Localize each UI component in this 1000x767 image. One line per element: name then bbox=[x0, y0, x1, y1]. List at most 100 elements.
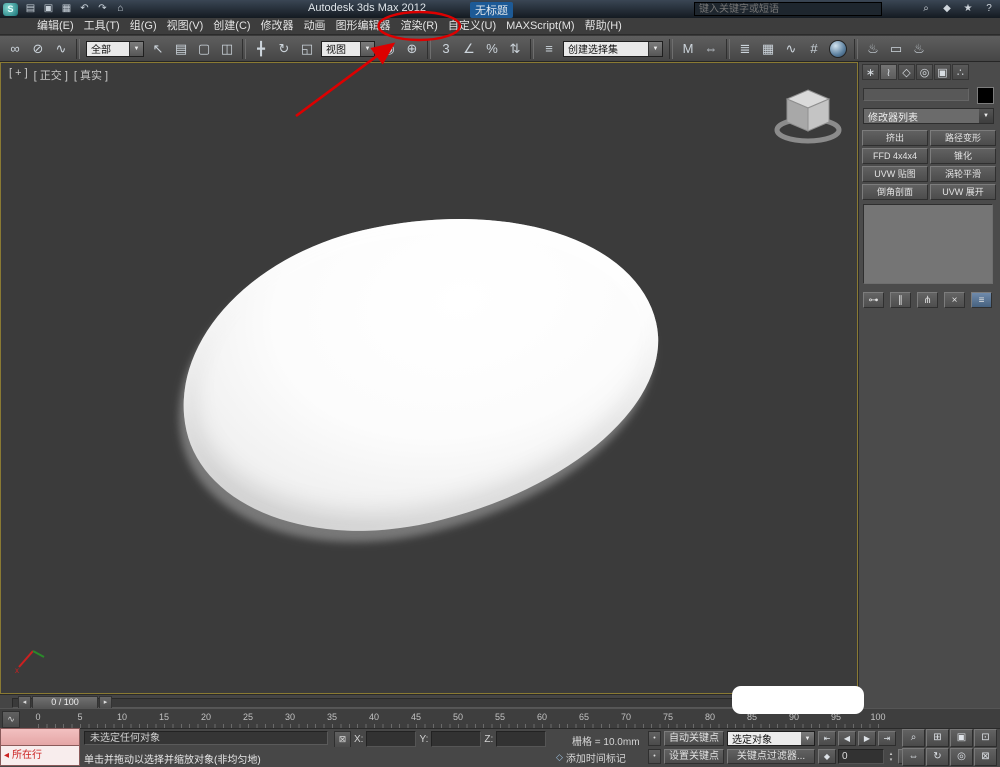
current-frame-field[interactable] bbox=[838, 749, 884, 764]
field-of-view-icon[interactable]: ◎ bbox=[950, 748, 973, 766]
maximize-viewport-icon[interactable]: ⊠ bbox=[974, 748, 997, 766]
menu-item-1[interactable]: 工具(T) bbox=[79, 18, 125, 35]
mirror-icon[interactable]: M bbox=[677, 38, 699, 60]
chevron-down-icon[interactable]: ▼ bbox=[648, 42, 662, 56]
redo-icon[interactable]: ↷ bbox=[95, 2, 110, 16]
reference-coordinate-dropdown[interactable]: 视图▼ bbox=[321, 41, 375, 57]
object-color-swatch[interactable] bbox=[977, 87, 994, 104]
spinner-down-icon[interactable]: ▾ bbox=[886, 757, 896, 763]
menu-item-10[interactable]: MAXScript(M) bbox=[501, 18, 579, 35]
named-selection-sets-dropdown[interactable]: 创建选择集▼ bbox=[563, 41, 663, 57]
menu-item-3[interactable]: 视图(V) bbox=[162, 18, 209, 35]
zoom-icon[interactable]: ⌕ bbox=[902, 729, 925, 747]
schematic-view-icon[interactable]: # bbox=[803, 38, 825, 60]
workspace-icon[interactable]: ⌂ bbox=[113, 2, 128, 16]
modifier-stack-list[interactable] bbox=[863, 204, 993, 284]
key-mode-toggle-icon[interactable]: ◆ bbox=[818, 749, 836, 764]
chevron-down-icon[interactable]: ▼ bbox=[129, 42, 143, 56]
tab-modify[interactable]: ≀ bbox=[880, 64, 897, 80]
save-file-icon[interactable]: ▦ bbox=[59, 2, 74, 16]
frame-spinner[interactable]: ▴ ▾ bbox=[886, 751, 896, 763]
zoom-extents-icon[interactable]: ▣ bbox=[950, 729, 973, 747]
menu-item-9[interactable]: 自定义(U) bbox=[443, 18, 501, 35]
select-by-name-icon[interactable]: ▤ bbox=[170, 38, 192, 60]
select-manipulate-icon[interactable]: ⊕ bbox=[401, 38, 423, 60]
pin-stack-icon[interactable]: ⊶ bbox=[863, 292, 884, 308]
graphite-ribbon-icon[interactable]: ▦ bbox=[757, 38, 779, 60]
new-scene-icon[interactable]: ▤ bbox=[23, 2, 38, 16]
y-field[interactable] bbox=[431, 731, 481, 747]
macro-recorder-line[interactable] bbox=[0, 728, 80, 746]
infocenter-search-input[interactable] bbox=[694, 2, 882, 16]
curve-editor-icon[interactable]: ∿ bbox=[780, 38, 802, 60]
viewport-menu-general[interactable]: [ + ] bbox=[9, 67, 28, 83]
auto-key-button[interactable]: 自动关键点 bbox=[664, 731, 724, 746]
undo-icon[interactable]: ↶ bbox=[77, 2, 92, 16]
keyframe-toggle-icon[interactable]: • bbox=[648, 731, 661, 746]
tab-utilities[interactable]: ∴ bbox=[952, 64, 969, 80]
modifier-button-7[interactable]: UVW 展开 bbox=[930, 184, 996, 200]
select-and-link-icon[interactable]: ∞ bbox=[4, 38, 26, 60]
menu-item-7[interactable]: 图形编辑器 bbox=[331, 18, 396, 35]
remove-modifier-icon[interactable]: × bbox=[944, 292, 965, 308]
edit-named-selections-icon[interactable]: ≡ bbox=[538, 38, 560, 60]
tab-create[interactable]: ∗ bbox=[862, 64, 879, 80]
unlink-selection-icon[interactable]: ⊘ bbox=[27, 38, 49, 60]
viewport-menu-pov[interactable]: [ 正交 ] bbox=[34, 67, 68, 83]
menu-item-4[interactable]: 创建(C) bbox=[208, 18, 255, 35]
menu-item-0[interactable]: 编辑(E) bbox=[32, 18, 79, 35]
zoom-extents-all-icon[interactable]: ⊡ bbox=[974, 729, 997, 747]
modifier-list-dropdown[interactable]: 修改器列表 ▼ bbox=[863, 108, 994, 124]
orbit-icon[interactable]: ↻ bbox=[926, 748, 949, 766]
layer-manager-icon[interactable]: ≣ bbox=[734, 38, 756, 60]
modifier-button-6[interactable]: 倒角剖面 bbox=[862, 184, 928, 200]
viewcube[interactable] bbox=[773, 85, 843, 147]
tab-hierarchy[interactable]: ◇ bbox=[898, 64, 915, 80]
selection-filter-dropdown[interactable]: 全部▼ bbox=[86, 41, 144, 57]
modifier-button-1[interactable]: 路径变形 bbox=[930, 130, 996, 146]
listener-line[interactable]: ◂ 所在行 bbox=[0, 746, 80, 766]
z-field[interactable] bbox=[496, 731, 546, 747]
pan-icon[interactable]: ⇔ bbox=[902, 748, 925, 766]
bind-to-space-warp-icon[interactable]: ∿ bbox=[50, 38, 72, 60]
menu-item-5[interactable]: 修改器 bbox=[256, 18, 299, 35]
modifier-button-4[interactable]: UVW 贴图 bbox=[862, 166, 928, 182]
align-icon[interactable]: ⇔ bbox=[700, 38, 722, 60]
select-object-icon[interactable]: ↖ bbox=[147, 38, 169, 60]
go-to-start-icon[interactable]: ⇤ bbox=[818, 731, 836, 746]
viewport[interactable]: [ + ] [ 正交 ] [ 真实 ] x bbox=[0, 62, 858, 694]
egg-model[interactable] bbox=[151, 171, 688, 572]
select-rotate-icon[interactable]: ↻ bbox=[273, 38, 295, 60]
menu-item-8[interactable]: 渲染(R) bbox=[396, 18, 443, 35]
app-menu-logo-icon[interactable]: S bbox=[3, 3, 18, 16]
modifier-button-0[interactable]: 挤出 bbox=[862, 130, 928, 146]
rectangular-selection-icon[interactable]: ▢ bbox=[193, 38, 215, 60]
select-move-icon[interactable]: ╋ bbox=[250, 38, 272, 60]
mini-curve-editor-icon[interactable]: ∿ bbox=[2, 711, 20, 728]
tab-display[interactable]: ▣ bbox=[934, 64, 951, 80]
lock-selection-icon[interactable]: ⊠ bbox=[334, 731, 351, 748]
previous-frame-icon[interactable]: ◀ bbox=[838, 731, 856, 746]
maxscript-mini-listener[interactable]: ◂ 所在行 bbox=[0, 728, 80, 767]
percent-snap-icon[interactable]: % bbox=[481, 38, 503, 60]
configure-modifier-sets-icon[interactable]: ≡ bbox=[971, 292, 992, 308]
help-icon[interactable]: ? bbox=[982, 2, 996, 16]
use-pivot-center-icon[interactable]: ◉ bbox=[378, 38, 400, 60]
communication-center-icon[interactable]: ◆ bbox=[940, 2, 954, 16]
select-scale-icon[interactable]: ◱ bbox=[296, 38, 318, 60]
render-production-icon[interactable]: ♨ bbox=[908, 38, 930, 60]
object-name-field[interactable] bbox=[863, 88, 969, 101]
menu-item-6[interactable]: 动画 bbox=[299, 18, 331, 35]
set-key-button[interactable]: 设置关键点 bbox=[664, 749, 724, 764]
viewport-menu-shading[interactable]: [ 真实 ] bbox=[74, 67, 108, 83]
go-to-end-icon[interactable]: ⇥ bbox=[878, 731, 896, 746]
x-field[interactable] bbox=[366, 731, 416, 747]
show-end-result-icon[interactable]: ∥ bbox=[890, 292, 911, 308]
chevron-down-icon[interactable]: ▼ bbox=[360, 42, 374, 56]
rendered-frame-icon[interactable]: ▭ bbox=[885, 38, 907, 60]
time-slider-track[interactable] bbox=[12, 698, 848, 708]
set-key-mode-icon[interactable]: • bbox=[648, 749, 661, 764]
material-editor-icon[interactable] bbox=[829, 40, 847, 58]
modifier-button-3[interactable]: 锥化 bbox=[930, 148, 996, 164]
egg-surface[interactable] bbox=[151, 171, 688, 572]
